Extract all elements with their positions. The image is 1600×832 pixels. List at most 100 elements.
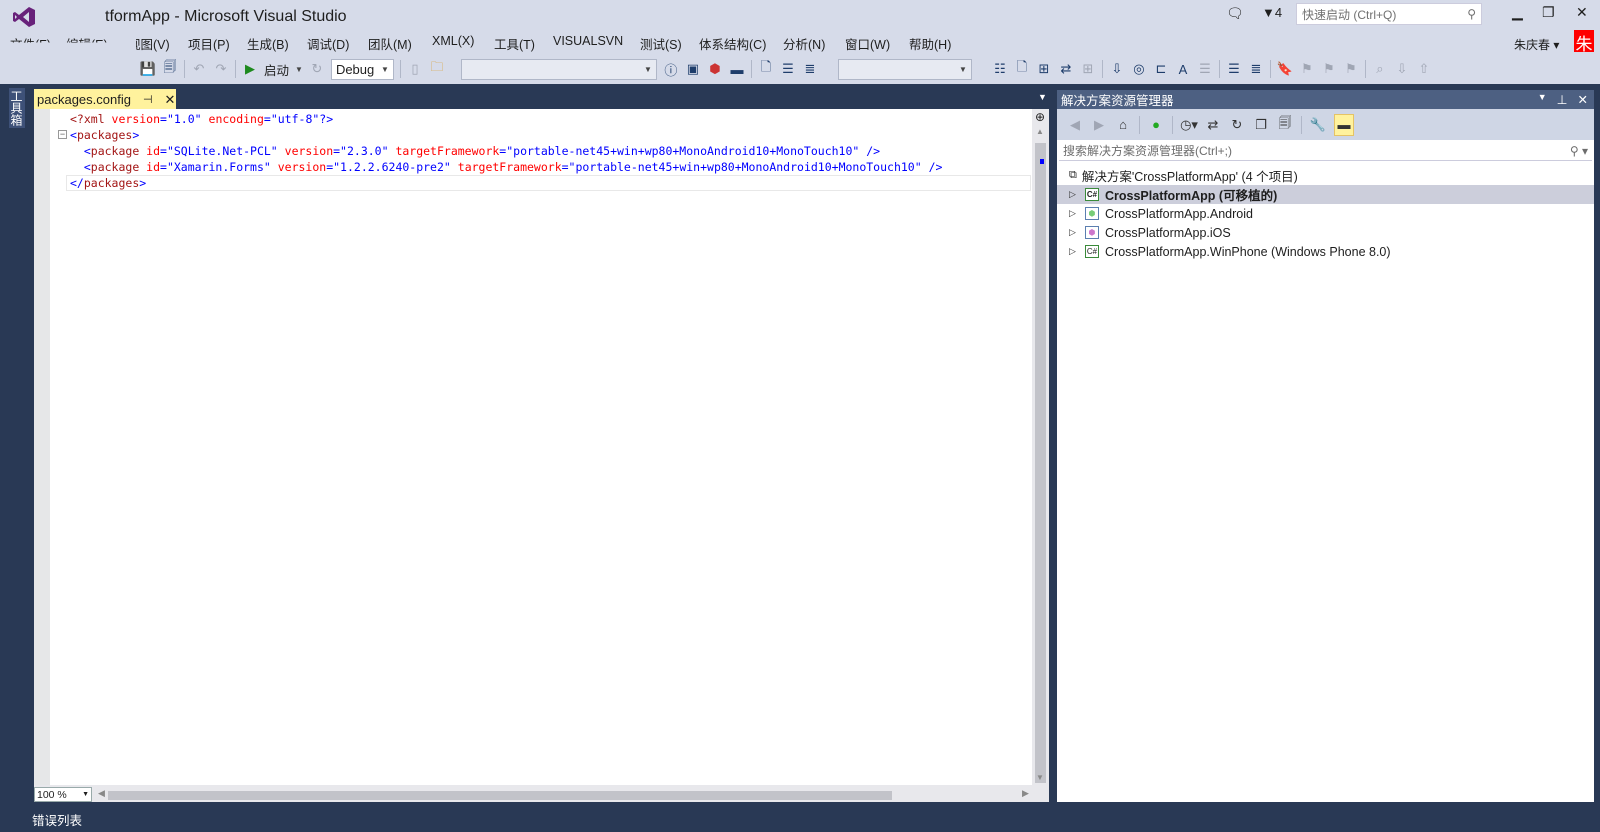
toolbox-tab[interactable]: 工具箱 — [9, 88, 25, 128]
page-icon[interactable]: 🗋 — [1014, 59, 1030, 77]
pending-changes-icon[interactable]: ◷▾ — [1180, 117, 1198, 133]
start-dropdown-icon[interactable]: ▼ — [295, 65, 303, 74]
collapse-icon[interactable]: − — [58, 130, 67, 139]
expand-icon[interactable]: ▷ — [1069, 208, 1079, 219]
info-icon[interactable]: ⓘ — [663, 61, 679, 78]
format-icon[interactable]: ☰ — [1197, 61, 1213, 77]
expand-icon[interactable]: ▷ — [1069, 246, 1079, 257]
show-all-files-icon[interactable]: 🗐 — [1277, 115, 1293, 133]
feedback-icon[interactable]: 🗨 — [1226, 5, 1244, 22]
prev-bookmark-icon[interactable]: ⚑ — [1299, 61, 1315, 77]
pin-icon[interactable]: ⊣ — [143, 93, 153, 106]
find-in-files-icon[interactable]: 🗀 — [429, 59, 445, 77]
hierarchy-icon[interactable]: ⊞ — [1036, 61, 1052, 77]
forward-icon[interactable]: ▶ — [1091, 117, 1107, 133]
user-menu[interactable]: 朱庆春 ▾ — [1514, 36, 1559, 53]
tree-item-project[interactable]: ▷ C# CrossPlatformApp.WinPhone (Windows P… — [1057, 242, 1594, 261]
avatar[interactable]: 朱 — [1574, 30, 1594, 54]
menu-visualsvn[interactable]: VISUALSVN — [553, 34, 623, 48]
menu-test[interactable]: 测试(S) — [640, 34, 682, 53]
spell-icon[interactable]: A — [1175, 61, 1191, 77]
menu-build[interactable]: 生成(B) — [247, 34, 289, 53]
outline-icon[interactable]: ☰ — [780, 61, 796, 77]
bookmark-icon[interactable]: 🔖 — [1277, 61, 1293, 77]
vertical-scroll-thumb[interactable] — [1035, 143, 1046, 783]
package-icon[interactable]: ⬢ — [707, 61, 723, 77]
redo-icon[interactable]: ↷ — [213, 61, 229, 77]
hierarchy-disabled-icon[interactable]: ⊞ — [1080, 61, 1096, 77]
refresh-icon[interactable]: ↻ — [309, 61, 325, 77]
minimize-button[interactable]: ▁ — [1512, 4, 1523, 21]
properties-icon[interactable]: 🔧 — [1310, 117, 1326, 133]
save-all-icon[interactable]: 🗐 — [162, 59, 178, 77]
scroll-up-icon[interactable]: ▲ — [1036, 127, 1044, 136]
document-icon[interactable]: 🗋 — [758, 59, 774, 77]
refresh-icon[interactable]: ↻ — [1229, 117, 1245, 133]
down-icon[interactable]: ⇩ — [1394, 61, 1410, 77]
next-bookmark-icon[interactable]: ⚑ — [1321, 61, 1337, 77]
menu-team[interactable]: 团队(M) — [368, 34, 412, 53]
console-icon[interactable]: ▬ — [729, 61, 745, 77]
pin-icon[interactable]: ⊥ — [1557, 92, 1568, 107]
error-list-tab[interactable]: 错误列表 — [32, 810, 82, 829]
solution-search-input[interactable]: 搜索解决方案资源管理器(Ctrl+;) ⚲ ▾ — [1059, 141, 1592, 161]
tab-overflow-icon[interactable]: ▼ — [1038, 92, 1047, 102]
tree-item-solution[interactable]: ⧉ 解决方案'CrossPlatformApp' (4 个项目) — [1057, 166, 1594, 185]
zoom-select[interactable]: 100 % ▼ — [34, 787, 92, 802]
vertical-scrollbar[interactable]: ⊕ ▲ ▼ — [1032, 109, 1049, 785]
horizontal-scroll-thumb[interactable] — [108, 791, 892, 800]
home-icon[interactable]: ⌂ — [1115, 117, 1131, 133]
panel-menu-icon[interactable]: ▼ — [1538, 92, 1547, 107]
insert-icon[interactable]: ⊏ — [1153, 61, 1169, 77]
comment-icon[interactable]: ≣ — [802, 61, 818, 77]
device-icon[interactable]: ▯ — [407, 61, 423, 77]
notifications-button[interactable]: ▼4 — [1262, 5, 1282, 20]
close-button[interactable]: ✕ — [1576, 4, 1588, 21]
start-button[interactable]: 启动 — [264, 60, 289, 79]
close-panel-icon[interactable]: ✕ — [1578, 92, 1588, 107]
configuration-select[interactable]: Debug ▼ — [330, 58, 394, 80]
tree-item-project[interactable]: ▷ ⬢ CrossPlatformApp.iOS — [1057, 223, 1594, 242]
expand-icon[interactable]: ▷ — [1069, 227, 1079, 238]
sync-icon[interactable]: ● — [1148, 117, 1164, 133]
menu-project[interactable]: 项目(P) — [188, 34, 230, 53]
close-tab-icon[interactable]: ✕ — [165, 92, 176, 108]
tab-packages-config[interactable]: packages.config ⊣ ✕ — [34, 89, 176, 110]
menu-xml[interactable]: XML(X) — [432, 34, 474, 48]
arrows-icon[interactable]: ⇄ — [1058, 61, 1074, 77]
clear-bookmarks-icon[interactable]: ⚑ — [1343, 61, 1359, 77]
menu-architecture[interactable]: 体系结构(C) — [699, 34, 766, 53]
step-icon[interactable]: ⇩ — [1109, 61, 1125, 77]
start-icon[interactable]: ▶ — [242, 61, 258, 77]
undo-icon[interactable]: ↶ — [191, 61, 207, 77]
menu-debug[interactable]: 调试(D) — [307, 34, 349, 53]
preview-icon[interactable]: ▬ — [1334, 113, 1354, 136]
target-icon[interactable]: ◎ — [1131, 61, 1147, 77]
code-editor[interactable]: − <?xml version="1.0" encoding="utf-8"?>… — [34, 109, 1049, 802]
up-icon[interactable]: ⇧ — [1416, 61, 1432, 77]
back-icon[interactable]: ◀ — [1067, 117, 1083, 133]
scroll-left-icon[interactable]: ◀ — [98, 788, 105, 799]
sync-with-document-icon[interactable]: ⇄ — [1205, 117, 1221, 133]
split-icon[interactable]: ⊕ — [1035, 110, 1045, 124]
zoom-icon[interactable]: ⌕ — [1372, 61, 1388, 77]
restore-button[interactable]: ❐ — [1542, 4, 1555, 21]
uncomment-icon[interactable]: ≣ — [1248, 61, 1264, 77]
scroll-down-icon[interactable]: ▼ — [1036, 773, 1044, 782]
tree-item-project[interactable]: ▷ C# CrossPlatformApp (可移植的) — [1057, 185, 1594, 204]
platform-select[interactable]: ▼ — [460, 58, 657, 80]
scroll-right-icon[interactable]: ▶ — [1022, 788, 1029, 799]
save-icon[interactable]: 💾 — [140, 61, 156, 77]
menu-tools[interactable]: 工具(T) — [494, 34, 535, 53]
quick-launch-input[interactable]: 快速启动 (Ctrl+Q) ⚲ — [1296, 3, 1482, 25]
list-icon[interactable]: ☷ — [992, 61, 1008, 77]
tree-item-project[interactable]: ▷ ⬢ CrossPlatformApp.Android — [1057, 204, 1594, 223]
menu-window[interactable]: 窗口(W) — [845, 34, 890, 53]
indent-icon[interactable]: ☰ — [1226, 61, 1242, 77]
menu-help[interactable]: 帮助(H) — [909, 34, 951, 53]
window-icon[interactable]: ▣ — [685, 61, 701, 77]
xml-select[interactable]: ▼ — [837, 58, 972, 80]
menu-analyze[interactable]: 分析(N) — [783, 34, 825, 53]
collapse-all-icon[interactable]: ❐ — [1253, 117, 1269, 133]
expand-icon[interactable]: ▷ — [1069, 189, 1079, 200]
